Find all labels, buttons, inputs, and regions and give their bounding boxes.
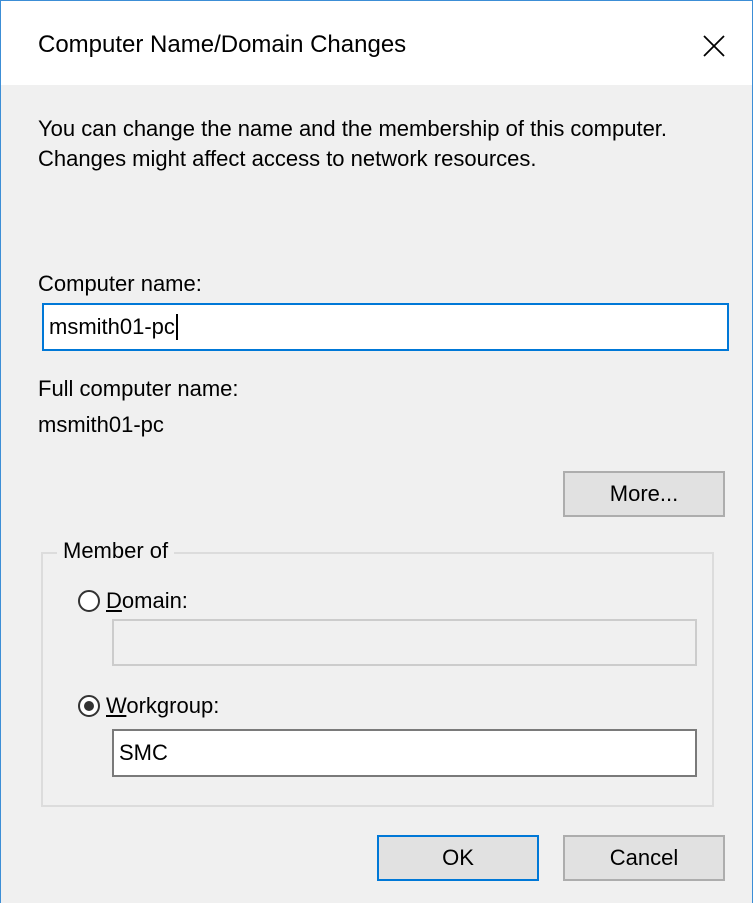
computer-name-value: msmith01-pc: [49, 314, 175, 339]
workgroup-radio-label: Workgroup:: [106, 693, 220, 718]
workgroup-value: SMC: [119, 740, 168, 765]
domain-radio-circle[interactable]: [78, 590, 100, 612]
ok-button-label: OK: [442, 845, 474, 870]
domain-radio-label: Domain:: [106, 588, 188, 613]
domain-input: [112, 619, 697, 666]
close-button[interactable]: [691, 23, 737, 69]
window-title: Computer Name/Domain Changes: [38, 31, 407, 58]
full-computer-name-value: msmith01-pc: [38, 412, 164, 437]
computer-name-input[interactable]: msmith01-pc: [42, 303, 729, 351]
member-of-legend: Member of: [57, 538, 175, 564]
workgroup-radio-circle[interactable]: [78, 695, 100, 717]
more-button[interactable]: More...: [563, 471, 725, 517]
computer-name-dialog: Computer Name/Domain Changes You can cha…: [0, 0, 753, 903]
cancel-button[interactable]: Cancel: [563, 835, 725, 881]
domain-radio[interactable]: Domain:: [78, 588, 188, 614]
title-bar: Computer Name/Domain Changes: [1, 1, 752, 85]
more-button-label: More...: [609, 481, 679, 506]
full-computer-name-label: Full computer name:: [38, 376, 239, 401]
cancel-button-label: Cancel: [609, 845, 679, 870]
workgroup-input[interactable]: SMC: [112, 729, 697, 777]
close-icon: [703, 35, 725, 57]
workgroup-radio[interactable]: Workgroup:: [78, 693, 219, 719]
description-text: You can change the name and the membersh…: [38, 116, 668, 171]
text-caret: [175, 314, 178, 340]
ok-button[interactable]: OK: [377, 835, 539, 881]
computer-name-label: Computer name:: [38, 271, 202, 296]
